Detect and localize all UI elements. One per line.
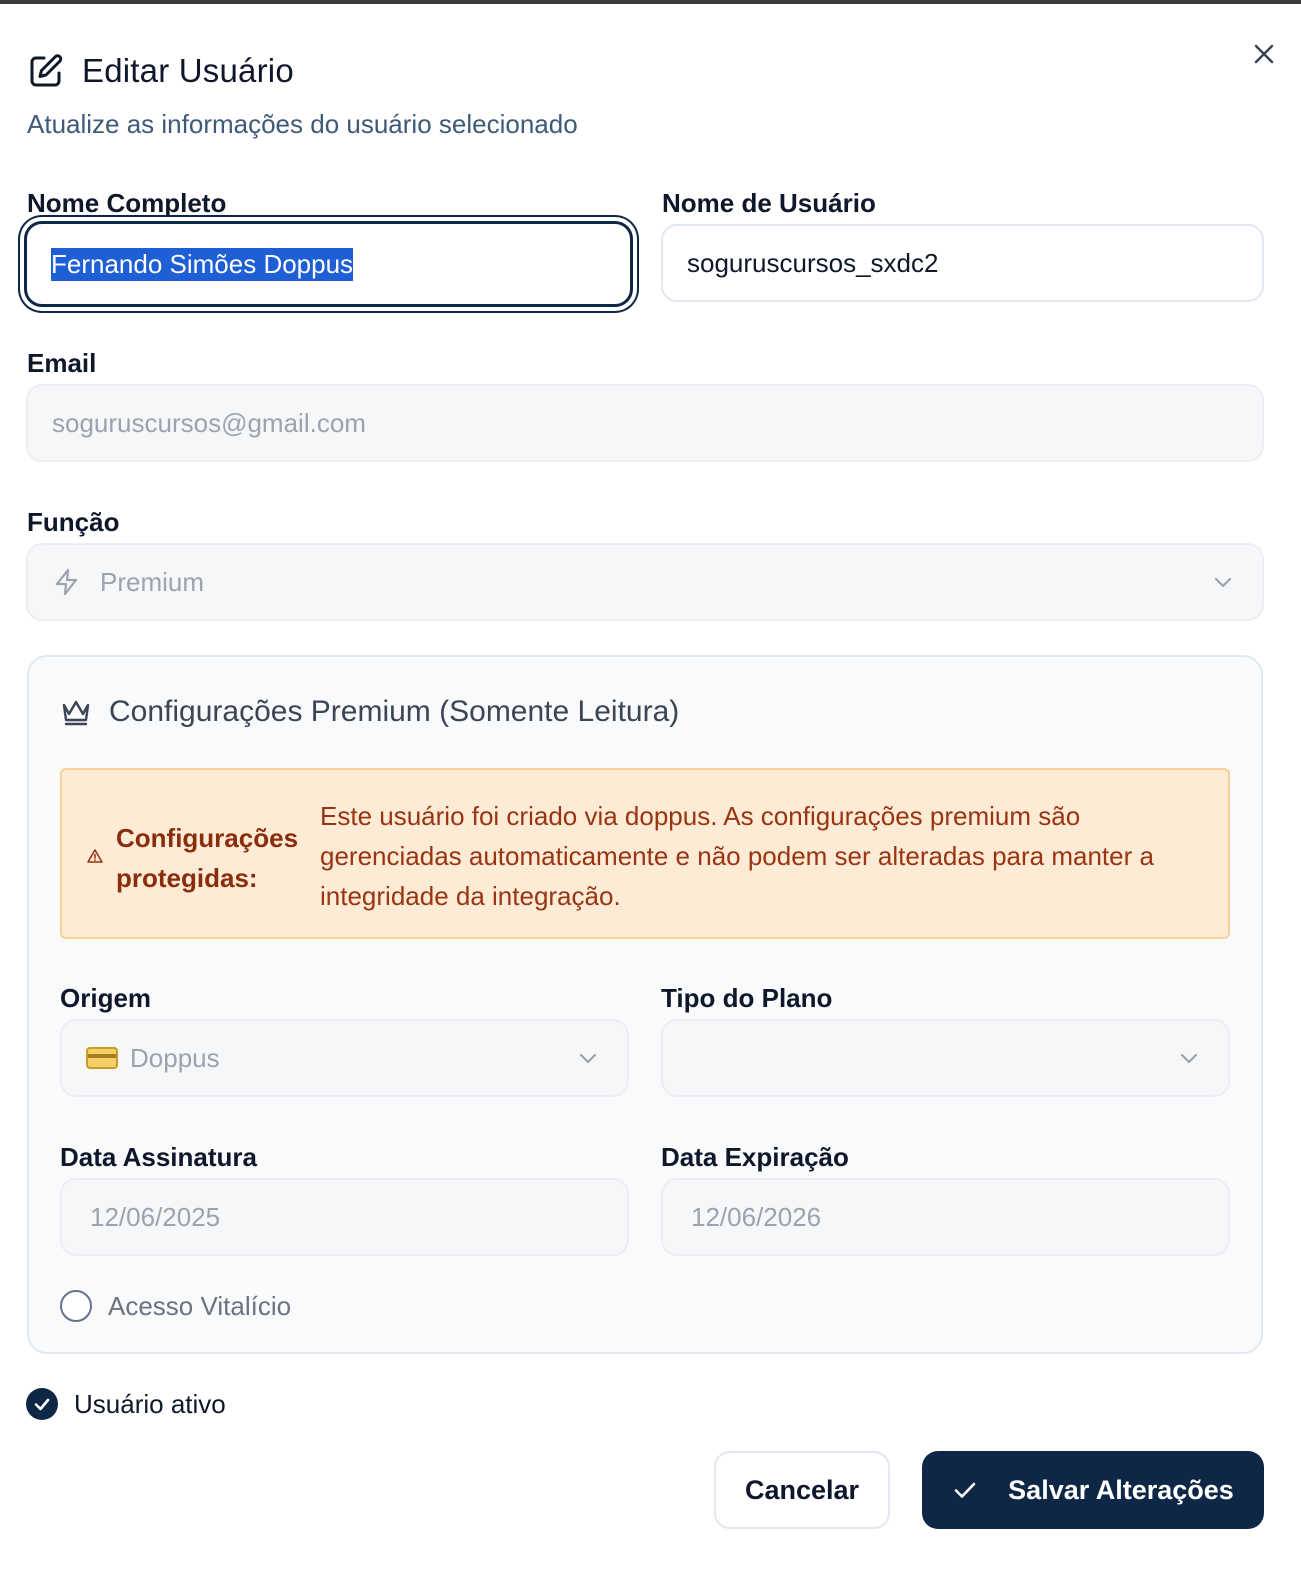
role-value: Premium — [100, 566, 205, 597]
dialog-subtitle: Atualize as informações do usuário selec… — [27, 109, 578, 139]
active-user-checkbox[interactable] — [26, 1388, 58, 1420]
origin-select[interactable]: Doppus — [60, 1019, 629, 1097]
lifetime-access-label: Acesso Vitalício — [108, 1291, 292, 1321]
email-value: soguruscursos@gmail.com — [52, 407, 366, 438]
check-icon — [34, 1398, 50, 1411]
plan-type-select[interactable] — [661, 1019, 1230, 1097]
close-button[interactable] — [1248, 38, 1280, 70]
origin-label: Origem — [60, 983, 152, 1013]
expiration-date-input[interactable]: 12/06/2026 — [661, 1178, 1230, 1256]
check-icon — [954, 1482, 976, 1498]
chevron-down-icon — [1180, 1053, 1198, 1064]
email-input[interactable]: soguruscursos@gmail.com — [26, 384, 1264, 462]
crown-icon — [62, 700, 90, 726]
username-input[interactable]: soguruscursos_sxdc2 — [661, 224, 1264, 302]
protected-settings-alert: Configurações protegidas: Este usuário f… — [60, 768, 1230, 939]
username-value: soguruscursos_sxdc2 — [687, 247, 939, 278]
expiration-date-value: 12/06/2026 — [691, 1201, 822, 1232]
dialog-header: Editar Usuário — [27, 52, 294, 90]
role-label: Função — [27, 507, 120, 537]
full-name-label: Nome Completo — [27, 188, 227, 218]
premium-settings-title: Configurações Premium (Somente Leitura) — [61, 695, 679, 729]
expiration-date-label: Data Expiração — [661, 1142, 849, 1172]
save-button-label: Salvar Alterações — [1008, 1474, 1234, 1505]
warning-icon — [87, 849, 103, 863]
role-select[interactable]: Premium — [26, 543, 1264, 621]
alert-heading: Configurações protegidas: — [116, 823, 299, 893]
lifetime-access-checkbox[interactable] — [60, 1290, 92, 1322]
premium-settings-title-text: Configurações Premium (Somente Leitura) — [109, 695, 680, 728]
dialog-title: Editar Usuário — [82, 52, 294, 89]
save-changes-button[interactable]: Salvar Alterações — [922, 1451, 1264, 1529]
plan-type-label: Tipo do Plano — [661, 983, 833, 1013]
lightning-icon — [55, 568, 78, 596]
subscription-date-value: 12/06/2025 — [90, 1201, 221, 1232]
email-label: Email — [27, 348, 97, 378]
full-name-value: Fernando Simões Doppus — [51, 247, 354, 281]
full-name-input[interactable]: Fernando Simões Doppus — [24, 221, 633, 307]
chevron-down-icon — [579, 1053, 597, 1064]
close-icon — [1254, 44, 1274, 64]
chevron-down-icon — [1214, 577, 1232, 588]
cancel-button[interactable]: Cancelar — [714, 1451, 890, 1529]
alert-message: Este usuário foi criado via doppus. As c… — [320, 801, 1154, 911]
origin-value: Doppus — [130, 1042, 220, 1073]
subscription-date-input[interactable]: 12/06/2025 — [60, 1178, 629, 1256]
username-label: Nome de Usuário — [662, 188, 876, 218]
cancel-button-label: Cancelar — [744, 1474, 860, 1505]
top-border — [0, 0, 1301, 4]
active-user-label: Usuário ativo — [74, 1389, 226, 1419]
edit-icon — [30, 54, 63, 87]
subscription-date-label: Data Assinatura — [60, 1142, 257, 1172]
credit-card-icon — [86, 1047, 118, 1069]
